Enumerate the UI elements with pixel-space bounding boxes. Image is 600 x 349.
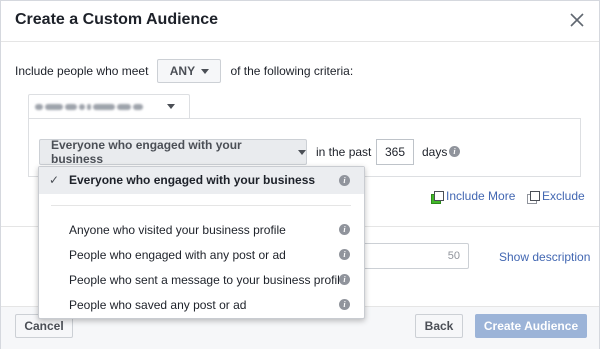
dropdown-option-label: People who sent a message to your busine… — [69, 273, 347, 287]
dropdown-option-label: Anyone who visited your business profile — [69, 223, 286, 237]
show-description-link[interactable]: Show description — [499, 250, 590, 264]
dropdown-option[interactable]: People who sent a message to your busine… — [39, 269, 364, 291]
exclude-icon — [527, 190, 540, 204]
dropdown-option-label: People who saved any post or ad — [69, 298, 247, 312]
dialog-title: Create a Custom Audience — [15, 11, 219, 28]
back-button[interactable]: Back — [415, 314, 463, 338]
custom-audience-dialog: Create a Custom Audience Include people … — [0, 0, 600, 349]
in-the-past-label: in the past — [316, 145, 372, 159]
include-more-link[interactable]: Include More — [431, 189, 516, 204]
dropdown-separator — [51, 205, 351, 206]
source-selector[interactable] — [28, 94, 190, 118]
dropdown-option[interactable]: People who saved any post or ad i — [39, 294, 364, 316]
dropdown-option[interactable]: People who engaged with any post or ad i — [39, 244, 364, 266]
exclude-label: Exclude — [542, 189, 585, 203]
days-input[interactable] — [376, 139, 414, 165]
engagement-dropdown[interactable]: Everyone who engaged with your business — [39, 138, 307, 166]
info-icon[interactable]: i — [339, 224, 350, 235]
info-icon[interactable]: i — [339, 249, 350, 260]
create-audience-button[interactable]: Create Audience — [475, 314, 587, 338]
engagement-dropdown-label: Everyone who engaged with your business — [51, 138, 242, 166]
char-count: 50 — [447, 250, 460, 262]
engagement-dropdown-menu: ✓ Everyone who engaged with your busines… — [38, 166, 365, 319]
info-icon[interactable]: i — [339, 299, 350, 310]
info-icon[interactable]: i — [449, 146, 460, 157]
match-any-dropdown[interactable]: ANY — [157, 59, 222, 83]
criteria-prefix: Include people who meet — [15, 64, 149, 78]
caret-down-icon — [201, 68, 210, 74]
audience-name-field[interactable]: 50 — [361, 243, 469, 269]
dropdown-option-selected[interactable]: ✓ Everyone who engaged with your busines… — [39, 167, 364, 194]
days-label: days — [422, 145, 448, 159]
dialog-header: Create a Custom Audience — [1, 1, 599, 42]
info-icon[interactable]: i — [339, 175, 350, 186]
exclude-link[interactable]: Exclude — [527, 189, 585, 204]
match-any-label: ANY — [169, 64, 196, 78]
dropdown-option[interactable]: Anyone who visited your business profile… — [39, 219, 364, 241]
caret-down-icon — [298, 149, 306, 155]
close-icon[interactable] — [567, 10, 587, 30]
criteria-suffix: of the following criteria: — [230, 64, 354, 78]
caret-down-icon — [167, 104, 175, 109]
criteria-row: Include people who meet ANY of the follo… — [15, 59, 353, 83]
include-more-label: Include More — [446, 189, 516, 203]
info-icon[interactable]: i — [339, 274, 350, 285]
dropdown-option-label: People who engaged with any post or ad — [69, 248, 286, 262]
dropdown-option-label: Everyone who engaged with your business — [69, 173, 316, 187]
checkmark-icon: ✓ — [49, 173, 60, 187]
redacted-source-name — [35, 102, 161, 112]
include-more-icon — [431, 190, 444, 204]
